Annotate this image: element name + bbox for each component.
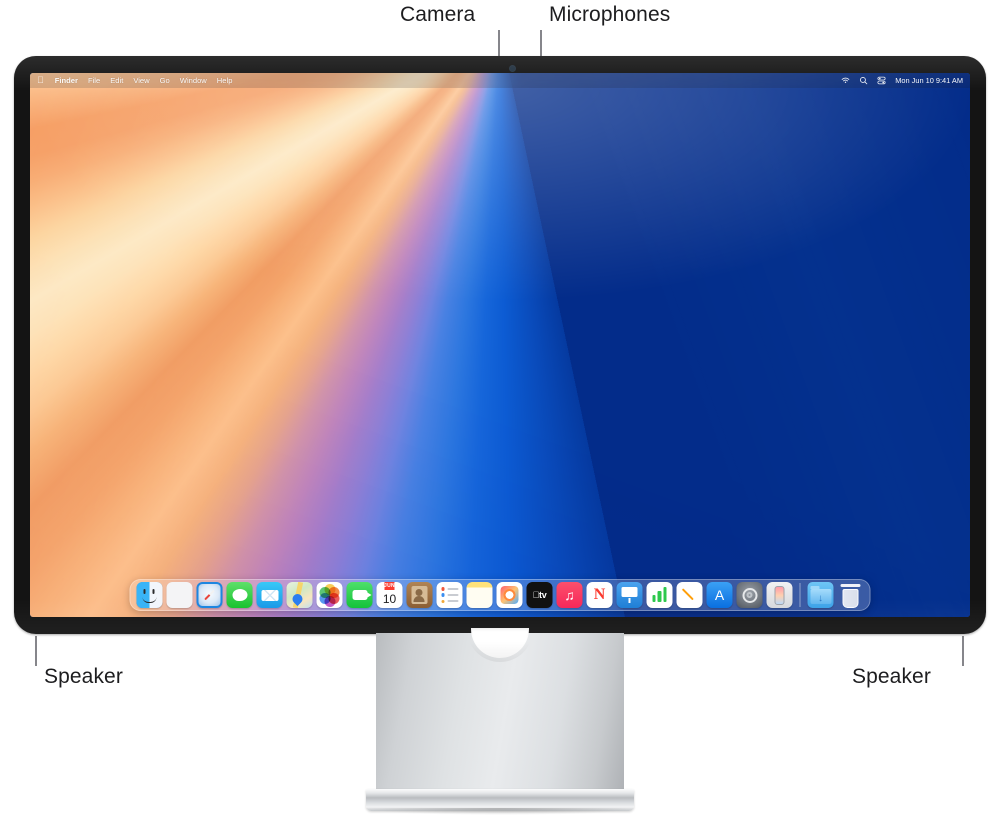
safari-icon — [204, 589, 215, 601]
contacts-icon — [411, 586, 428, 604]
studio-display-figure: Camera Microphones Speaker Speaker  Fin… — [0, 0, 1000, 828]
dock-item-safari[interactable] — [196, 582, 223, 608]
dock-item-music[interactable]: ♫ — [556, 582, 583, 608]
dock-item-downloads[interactable]: ↓ — [807, 582, 834, 608]
menu-item-help[interactable]: Help — [217, 76, 233, 85]
dock-item-system-settings[interactable] — [736, 582, 763, 608]
menu-bar-clock[interactable]: Mon Jun 10 9:41 AM — [895, 76, 963, 85]
dock-item-launchpad[interactable] — [166, 582, 193, 608]
iphone-icon — [774, 585, 785, 605]
dock-item-messages[interactable] — [226, 582, 253, 608]
menu-item-view[interactable]: View — [133, 76, 149, 85]
dock-item-maps[interactable] — [286, 582, 313, 608]
trash-icon — [842, 589, 859, 608]
dock-item-appletv[interactable]: tv — [526, 582, 553, 608]
menu-item-go[interactable]: Go — [160, 76, 170, 85]
leader-line-camera — [498, 30, 500, 58]
display-bezel:  Finder File Edit View Go Window Help — [14, 56, 986, 634]
dock-item-photos[interactable] — [316, 582, 343, 608]
dock-item-mail[interactable] — [256, 582, 283, 608]
display-screen:  Finder File Edit View Go Window Help — [30, 73, 970, 617]
dock-item-keynote[interactable] — [616, 582, 643, 608]
music-note-icon: ♫ — [564, 587, 575, 603]
dock-item-facetime[interactable] — [346, 582, 373, 608]
leader-line-speaker-left — [35, 636, 37, 666]
wifi-icon[interactable] — [841, 76, 850, 85]
finder-icon — [136, 582, 163, 608]
menu-item-file[interactable]: File — [88, 76, 100, 85]
dock-item-notes[interactable] — [466, 582, 493, 608]
news-icon: N — [593, 586, 606, 603]
leader-line-speaker-right — [962, 636, 964, 666]
mail-icon — [261, 589, 278, 601]
callout-label-speaker-left: Speaker — [44, 665, 123, 688]
calendar-month-label: JUN — [384, 582, 395, 590]
appstore-icon: A — [714, 587, 725, 603]
appletv-icon: tv — [533, 589, 547, 600]
dock-item-news[interactable]: N — [586, 582, 613, 608]
dock-item-reminders[interactable] — [436, 582, 463, 608]
menu-item-window[interactable]: Window — [180, 76, 207, 85]
dock-item-calendar[interactable]: JUN 10 — [376, 582, 403, 608]
camera-lens-icon — [510, 66, 515, 71]
keynote-icon — [621, 587, 638, 597]
dock-item-iphone-mirroring[interactable] — [766, 582, 793, 608]
menu-item-finder[interactable]: Finder — [55, 76, 78, 85]
callout-label-microphones: Microphones — [549, 3, 671, 26]
callout-label-speaker-right: Speaker — [852, 665, 931, 688]
settings-gear-icon — [742, 587, 757, 603]
leader-line-microphones — [540, 30, 542, 58]
dock-item-freeform[interactable] — [496, 582, 523, 608]
facetime-icon — [352, 590, 371, 600]
menu-item-edit[interactable]: Edit — [110, 76, 123, 85]
pages-icon — [681, 588, 694, 601]
apple-menu-icon[interactable]:  — [37, 76, 44, 85]
dock-item-numbers[interactable] — [646, 582, 673, 608]
control-center-icon[interactable] — [877, 76, 886, 85]
callout-label-camera: Camera — [400, 3, 476, 26]
dock-item-pages[interactable] — [676, 582, 703, 608]
calendar-day-label: 10 — [382, 592, 397, 606]
running-indicator — [148, 607, 151, 608]
dock-item-appstore[interactable]: A — [706, 582, 733, 608]
desktop-wallpaper — [30, 73, 970, 617]
dock[interactable]: JUN 10 tv — [129, 579, 871, 611]
dock-item-finder[interactable] — [136, 582, 163, 608]
stand-base-shadow — [364, 808, 636, 815]
dock-item-trash[interactable] — [838, 582, 864, 608]
dock-item-contacts[interactable] — [406, 582, 433, 608]
dock-separator — [799, 583, 801, 607]
messages-icon — [232, 589, 247, 601]
menu-bar[interactable]:  Finder File Edit View Go Window Help — [30, 73, 970, 88]
spotlight-search-icon[interactable] — [859, 76, 868, 85]
